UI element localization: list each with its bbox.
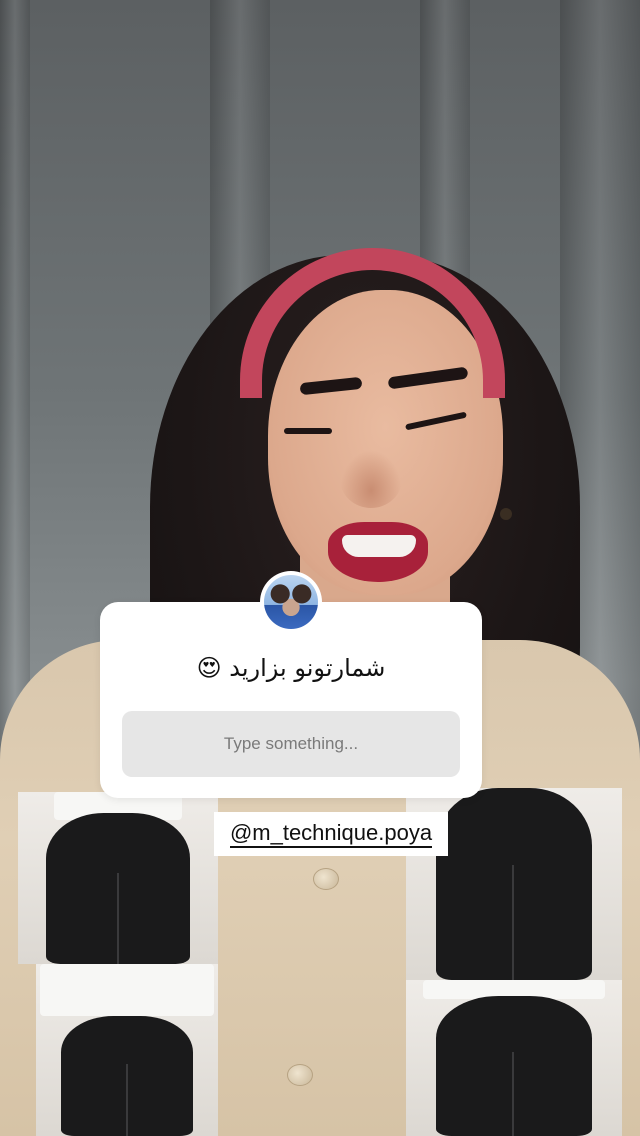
- nose: [340, 450, 402, 508]
- answer-placeholder: Type something...: [223, 734, 359, 753]
- answer-input[interactable]: Type something...: [122, 711, 460, 777]
- earring: [500, 508, 512, 520]
- avatar-image: [264, 575, 318, 629]
- shirt-button: [287, 1064, 313, 1086]
- mention-tag[interactable]: @m_technique.poya: [214, 812, 448, 856]
- eye-left: [284, 428, 332, 434]
- pants-photo: [18, 792, 218, 964]
- pants-photo: [36, 964, 218, 1136]
- mention-handle: @m_technique.poya: [229, 820, 433, 848]
- avatar: [260, 571, 322, 633]
- teeth: [342, 535, 416, 557]
- curtain-fold: [0, 0, 30, 760]
- question-prompt: شمارتونو بزارید 😍: [196, 654, 386, 682]
- shirt-button: [313, 868, 339, 890]
- pants-photo: [406, 980, 622, 1136]
- story-background: شمارتونو بزارید 😍 Type something... @m_t…: [0, 0, 640, 1136]
